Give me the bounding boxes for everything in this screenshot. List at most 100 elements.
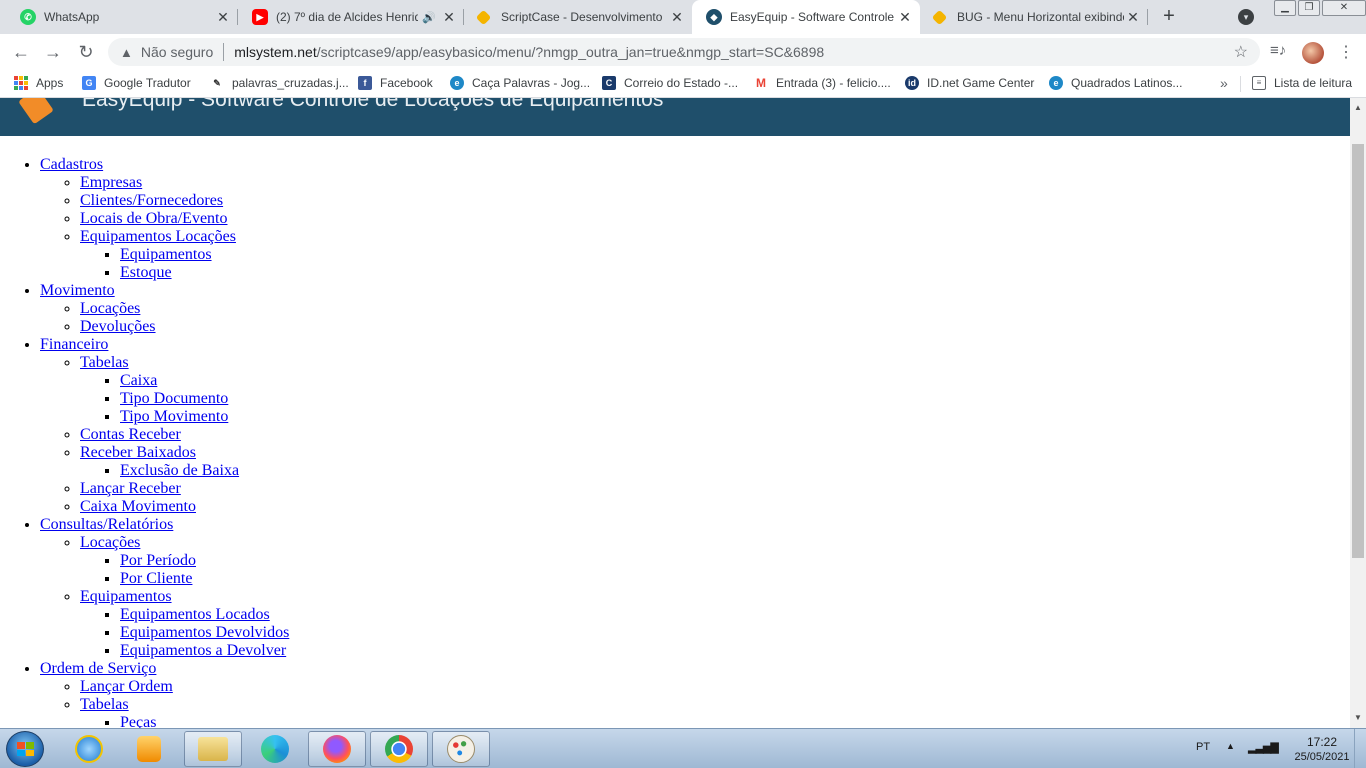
warning-icon[interactable]: ▲ [120, 45, 133, 60]
bookmark-label: Entrada (3) - felicio.... [776, 76, 891, 90]
back-button[interactable]: ← [10, 42, 32, 64]
menu-link-ordem-servico[interactable]: Ordem de Serviço [40, 660, 156, 677]
reload-button[interactable]: ↻ [75, 42, 97, 64]
network-signal-icon[interactable]: ▂▃▅▇ [1248, 741, 1279, 754]
media-control-icon[interactable]: ≡♪ [1270, 42, 1286, 59]
facebook-icon: f [358, 76, 372, 90]
menu-link-locacoes[interactable]: Locações [80, 300, 140, 317]
scroll-down-icon[interactable]: ▼ [1350, 710, 1366, 726]
address-bar[interactable]: ▲ Não seguro mlsystem.net/scriptcase9/ap… [108, 38, 1260, 66]
bookmark-star-icon[interactable]: ☆ [1234, 42, 1248, 62]
scroll-up-icon[interactable]: ▲ [1350, 100, 1366, 116]
menu-link-consultas-relatorios[interactable]: Consultas/Relatórios [40, 516, 173, 533]
tab-bug[interactable]: BUG - Menu Horizontal exibindo ✕ [920, 0, 1148, 34]
taskbar-firefox[interactable] [308, 731, 366, 767]
close-icon[interactable]: ✕ [440, 9, 458, 26]
bookmark-quadrados-latinos[interactable]: e Quadrados Latinos... [1049, 76, 1182, 90]
menu-link-tipo-movimento[interactable]: Tipo Movimento [120, 408, 228, 425]
forward-button[interactable]: → [42, 42, 64, 64]
more-bookmarks-icon[interactable]: » [1220, 75, 1228, 91]
speaker-icon[interactable]: 🔊 [422, 11, 436, 24]
menu-link-movimento[interactable]: Movimento [40, 282, 115, 299]
reading-list-button[interactable]: ≡ Lista de leitura [1252, 76, 1352, 90]
menu-link-equipamentos-locados[interactable]: Equipamentos Locados [120, 606, 270, 623]
menu-link-devolucoes[interactable]: Devoluções [80, 318, 156, 335]
bookmark-idnet[interactable]: id ID.net Game Center [905, 76, 1034, 90]
scrollbar-thumb[interactable] [1352, 144, 1364, 558]
tab-easyequip[interactable]: ◆ EasyEquip - Software Controle ✕ [692, 0, 920, 34]
menu-link-por-cliente[interactable]: Por Cliente [120, 570, 192, 587]
app-title: EasyEquip - Software Controle de Locaçõe… [82, 98, 664, 111]
clock-date[interactable]: 25/05/2021 [1282, 751, 1362, 763]
menu-link-exclusao-baixa[interactable]: Exclusão de Baixa [120, 462, 239, 479]
taskbar-chrome[interactable] [370, 731, 428, 767]
menu-link-receber-baixados[interactable]: Receber Baixados [80, 444, 196, 461]
taskbar-paint[interactable] [432, 731, 490, 767]
taskbar-media-player[interactable] [120, 731, 178, 767]
windows-taskbar: PT ▲ ▂▃▅▇ 17:22 25/05/2021 [0, 728, 1366, 768]
menu-link-por-periodo[interactable]: Por Período [120, 552, 196, 569]
bookmark-facebook[interactable]: f Facebook [358, 76, 433, 90]
bookmark-label: Apps [36, 76, 64, 90]
close-icon[interactable]: ✕ [668, 9, 686, 26]
menu-link-clientes-fornecedores[interactable]: Clientes/Fornecedores [80, 192, 223, 209]
bookmark-palavras-cruzadas[interactable]: ✎ palavras_cruzadas.j... [210, 76, 349, 90]
menu-link-empresas[interactable]: Empresas [80, 174, 142, 191]
bookmark-apps[interactable]: Apps [14, 76, 63, 90]
menu-link-caixa[interactable]: Caixa [120, 372, 157, 389]
menu-link-equipamentos-a-devolver[interactable]: Equipamentos a Devolver [120, 642, 286, 659]
menu-link-caixa-movimento[interactable]: Caixa Movimento [80, 498, 196, 515]
close-icon[interactable]: ✕ [1124, 9, 1142, 26]
menu-link-tabelas-os[interactable]: Tabelas [80, 696, 129, 713]
bookmark-caca-palavras[interactable]: e Caça Palavras - Jog... [450, 76, 590, 90]
minimize-button[interactable]: ▁ [1274, 0, 1296, 16]
tab-search-button[interactable]: ▾ [1238, 9, 1254, 25]
menu-link-contas-receber[interactable]: Contas Receber [80, 426, 181, 443]
edge-icon [261, 735, 289, 763]
idnet-icon: id [905, 76, 919, 90]
menu-link-pecas[interactable]: Peças [120, 714, 156, 728]
tab-whatsapp[interactable]: ✆ WhatsApp ✕ [6, 0, 238, 34]
security-label[interactable]: Não seguro [141, 44, 213, 60]
menu-link-lancar-receber[interactable]: Lançar Receber [80, 480, 181, 497]
scriptcase-icon [475, 9, 492, 25]
tab-scriptcase[interactable]: ScriptCase - Desenvolvimento ✕ [464, 0, 692, 34]
language-indicator[interactable]: PT [1196, 741, 1210, 753]
taskbar-internet-explorer[interactable] [60, 731, 118, 767]
clock-time[interactable]: 17:22 [1282, 735, 1362, 749]
menu-link-equipamentos[interactable]: Equipamentos [120, 246, 212, 263]
close-icon[interactable]: ✕ [896, 9, 914, 26]
menu-link-estoque[interactable]: Estoque [120, 264, 172, 281]
bookmark-correio-estado[interactable]: C Correio do Estado -... [602, 76, 738, 90]
menu-link-equipamentos-relatorio[interactable]: Equipamentos [80, 588, 172, 605]
bookmark-gmail[interactable]: M Entrada (3) - felicio.... [754, 76, 891, 90]
start-button[interactable] [6, 731, 44, 767]
menu-link-locacoes-relatorio[interactable]: Locações [80, 534, 140, 551]
ie-icon: e [1049, 76, 1063, 90]
url-host: mlsystem.net [234, 44, 317, 60]
bookmark-google-tradutor[interactable]: G Google Tradutor [82, 76, 191, 90]
close-window-button[interactable]: ✕ [1322, 0, 1366, 16]
page-scrollbar[interactable]: ▲ ▼ [1350, 98, 1366, 728]
new-tab-button[interactable]: + [1158, 6, 1180, 28]
menu-kebab-icon[interactable]: ⋮ [1338, 42, 1354, 62]
show-desktop-button[interactable] [1354, 729, 1366, 768]
avatar[interactable] [1302, 42, 1324, 64]
firefox-icon [323, 735, 351, 763]
tab-youtube[interactable]: ▶ (2) 7º dia de Alcides Henrique 🔊 ✕ [238, 0, 464, 34]
maximize-button[interactable]: ❐ [1298, 0, 1320, 16]
show-hidden-icons-icon[interactable]: ▲ [1226, 741, 1235, 751]
menu-link-tabelas[interactable]: Tabelas [80, 354, 129, 371]
taskbar-edge[interactable] [246, 731, 304, 767]
menu-link-equipamentos-devolvidos[interactable]: Equipamentos Devolvidos [120, 624, 289, 641]
menu-link-locais-obra-evento[interactable]: Locais de Obra/Evento [80, 210, 228, 227]
close-icon[interactable]: ✕ [214, 9, 232, 26]
menu-link-equipamentos-locacoes[interactable]: Equipamentos Locações [80, 228, 236, 245]
menu-link-cadastros[interactable]: Cadastros [40, 156, 103, 173]
main-menu: Cadastros Empresas Clientes/Fornecedores… [0, 156, 289, 728]
menu-link-tipo-documento[interactable]: Tipo Documento [120, 390, 228, 407]
windows-logo-icon [17, 742, 34, 756]
menu-link-financeiro[interactable]: Financeiro [40, 336, 108, 353]
menu-link-lancar-ordem[interactable]: Lançar Ordem [80, 678, 173, 695]
taskbar-file-explorer[interactable] [184, 731, 242, 767]
